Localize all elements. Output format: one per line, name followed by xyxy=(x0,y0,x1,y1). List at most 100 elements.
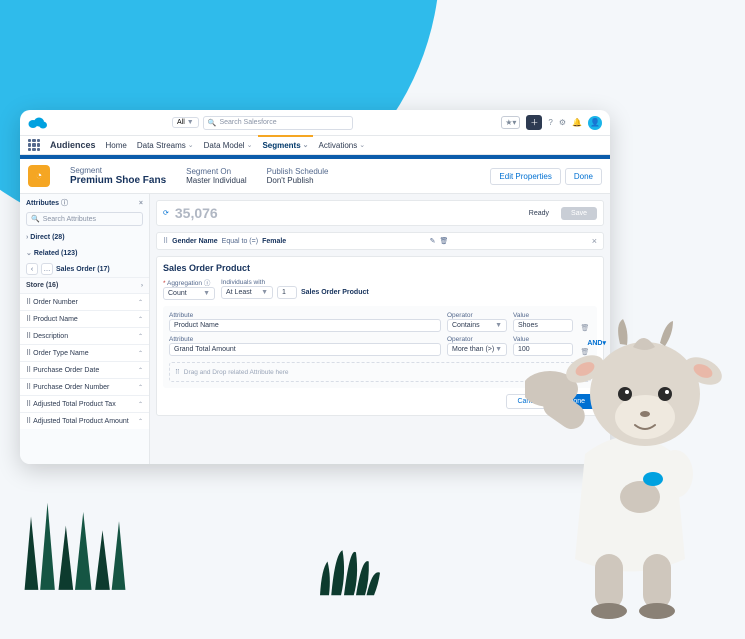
col-attribute-label: Attribute xyxy=(169,336,441,343)
header-utilities: ★▾ ＋ ? ⚙ 🔔 👤 xyxy=(501,115,602,130)
search-icon: 🔍 xyxy=(31,215,40,223)
help-icon[interactable]: ? xyxy=(548,118,552,127)
individuals-count-input[interactable]: 1 xyxy=(277,286,297,299)
filter-op: Equal to (=) xyxy=(222,238,258,245)
condition-attr-select[interactable]: Product Name xyxy=(169,319,441,332)
delete-trash-icon[interactable]: 🗑 xyxy=(439,237,448,245)
col-operator-label: Operator xyxy=(447,312,507,319)
close-icon[interactable]: × xyxy=(592,236,597,246)
scope-label: All xyxy=(177,119,185,126)
chevron-down-icon: ⌄ xyxy=(188,141,194,149)
page-eyebrow: Segment xyxy=(70,166,166,175)
individuals-op-select[interactable]: At Least▼ xyxy=(221,286,273,299)
col-attribute-label: Attribute xyxy=(169,312,441,319)
attr-item[interactable]: ⠿ Order Number⌃ xyxy=(20,293,149,310)
select-caret-icon: ⌃ xyxy=(138,350,143,357)
attr-item[interactable]: ⠿ Order Type Name⌃ xyxy=(20,344,149,361)
global-header: All ▼ 🔍 Search Salesforce ★▾ ＋ ? ⚙ 🔔 👤 xyxy=(20,110,610,136)
edit-properties-button[interactable]: Edit Properties xyxy=(490,168,560,185)
nav-home[interactable]: Home xyxy=(106,141,127,150)
favorite-icon[interactable]: ★▾ xyxy=(501,116,520,129)
attr-group-store[interactable]: Store (16)› xyxy=(20,277,149,293)
card-title: Sales Order Product xyxy=(163,263,597,273)
attr-item[interactable]: ⠿ Product Name⌃ xyxy=(20,310,149,327)
attributes-search[interactable]: 🔍 Search Attributes xyxy=(26,212,143,226)
segment-entity-icon: ◔ xyxy=(28,165,50,187)
segment-on-value: Master Individual xyxy=(186,176,246,185)
filter-pill-gender[interactable]: ⠿ Gender Name Equal to (=) Female ✎ 🗑 × xyxy=(156,232,604,250)
attr-item[interactable]: ⠿ Purchase Order Date⌃ xyxy=(20,361,149,378)
nav-data-streams[interactable]: Data Streams⌄ xyxy=(137,141,194,150)
population-count: 35,076 xyxy=(175,205,218,221)
save-button[interactable]: Save xyxy=(561,207,597,220)
aggregation-label: Aggregation xyxy=(167,280,202,287)
chevron-down-icon: ⌄ xyxy=(26,250,32,257)
refresh-icon[interactable]: ⟳ xyxy=(163,209,169,217)
section-related[interactable]: ⌄ Related (123) xyxy=(20,245,149,261)
salesforce-logo xyxy=(28,116,48,130)
scope-selector[interactable]: All ▼ xyxy=(172,117,199,128)
aggregation-select[interactable]: Count▼ xyxy=(163,287,215,300)
select-caret-icon: ⌃ xyxy=(138,299,143,306)
nav-segments[interactable]: Segments⌄ xyxy=(262,141,308,150)
nav-activations[interactable]: Activations⌄ xyxy=(319,141,366,150)
edit-pencil-icon[interactable]: ✎ xyxy=(430,237,436,245)
app-nav: Audiences Home Data Streams⌄ Data Model⌄… xyxy=(20,136,610,155)
mascot-goat xyxy=(525,299,735,619)
population-bar: ⟳ 35,076 Ready Save xyxy=(156,200,604,226)
page-header: ◔ Segment Premium Shoe Fans Segment On M… xyxy=(20,159,610,194)
segment-on-label: Segment On xyxy=(186,167,246,176)
global-search[interactable]: 🔍 Search Salesforce xyxy=(203,116,353,130)
app-launcher-icon[interactable] xyxy=(28,139,40,151)
user-avatar[interactable]: 👤 xyxy=(588,116,602,130)
search-icon: 🔍 xyxy=(208,119,217,127)
search-placeholder: Search Salesforce xyxy=(219,119,276,126)
publish-schedule-label: Publish Schedule xyxy=(267,167,329,176)
chevron-down-icon: ▼ xyxy=(187,119,194,126)
notifications-bell-icon[interactable]: 🔔 xyxy=(572,118,582,127)
condition-attr-select[interactable]: Grand Total Amount xyxy=(169,343,441,356)
chevron-right-icon: › xyxy=(141,283,143,289)
condition-op-select[interactable]: Contains▼ xyxy=(447,319,507,332)
attr-item[interactable]: ⠿ Adjusted Total Product Tax⌃ xyxy=(20,395,149,412)
section-direct[interactable]: › Direct (28) xyxy=(20,230,149,245)
app-window: All ▼ 🔍 Search Salesforce ★▾ ＋ ? ⚙ 🔔 👤 A… xyxy=(20,110,610,464)
individuals-entity: Sales Order Product xyxy=(301,289,369,296)
condition-op-select[interactable]: More than (>)▼ xyxy=(447,343,507,356)
select-caret-icon: ⌃ xyxy=(138,333,143,340)
info-icon[interactable]: ⓘ xyxy=(61,200,68,207)
chevron-down-icon: ⌄ xyxy=(303,141,309,149)
chevron-right-icon: › xyxy=(26,234,28,241)
page-title: Premium Shoe Fans xyxy=(70,175,166,186)
decorative-trees xyxy=(20,489,130,599)
breadcrumb-back-button[interactable]: ‹ xyxy=(26,263,38,275)
filter-attr: Gender Name xyxy=(172,238,218,245)
attr-item[interactable]: ⠿ Description⌃ xyxy=(20,327,149,344)
panel-close-icon[interactable]: × xyxy=(139,200,143,207)
attr-item[interactable]: ⠿ Adjusted Total Product Amount⌃ xyxy=(20,412,149,429)
drop-target-icon: ⠿ xyxy=(175,368,180,376)
select-caret-icon: ⌃ xyxy=(138,401,143,408)
breadcrumb-overflow-button[interactable]: … xyxy=(41,263,53,275)
breadcrumb-current[interactable]: Sales Order (17) xyxy=(56,266,110,273)
select-caret-icon: ⌃ xyxy=(138,384,143,391)
col-operator-label: Operator xyxy=(447,336,507,343)
setup-gear-icon[interactable]: ⚙ xyxy=(559,118,566,127)
workspace: Attributes ⓘ × 🔍 Search Attributes › Dir… xyxy=(20,194,610,464)
select-caret-icon: ⌃ xyxy=(138,367,143,374)
header-done-button[interactable]: Done xyxy=(565,168,602,185)
attributes-panel: Attributes ⓘ × 🔍 Search Attributes › Dir… xyxy=(20,194,150,464)
nav-data-model[interactable]: Data Model⌄ xyxy=(204,141,253,150)
chevron-down-icon: ⌄ xyxy=(247,141,253,149)
individuals-with-label: Individuals with xyxy=(221,279,369,286)
publish-schedule-value: Don't Publish xyxy=(267,176,329,185)
select-caret-icon: ⌃ xyxy=(138,418,143,425)
status-ready: Ready xyxy=(529,210,549,217)
add-icon[interactable]: ＋ xyxy=(526,115,542,130)
decorative-bush xyxy=(310,539,390,599)
attr-search-placeholder: Search Attributes xyxy=(43,216,96,223)
select-caret-icon: ⌃ xyxy=(138,316,143,323)
attr-item[interactable]: ⠿ Purchase Order Number⌃ xyxy=(20,378,149,395)
info-icon[interactable]: ⓘ xyxy=(204,280,211,287)
attributes-title: Attributes ⓘ xyxy=(26,198,68,208)
